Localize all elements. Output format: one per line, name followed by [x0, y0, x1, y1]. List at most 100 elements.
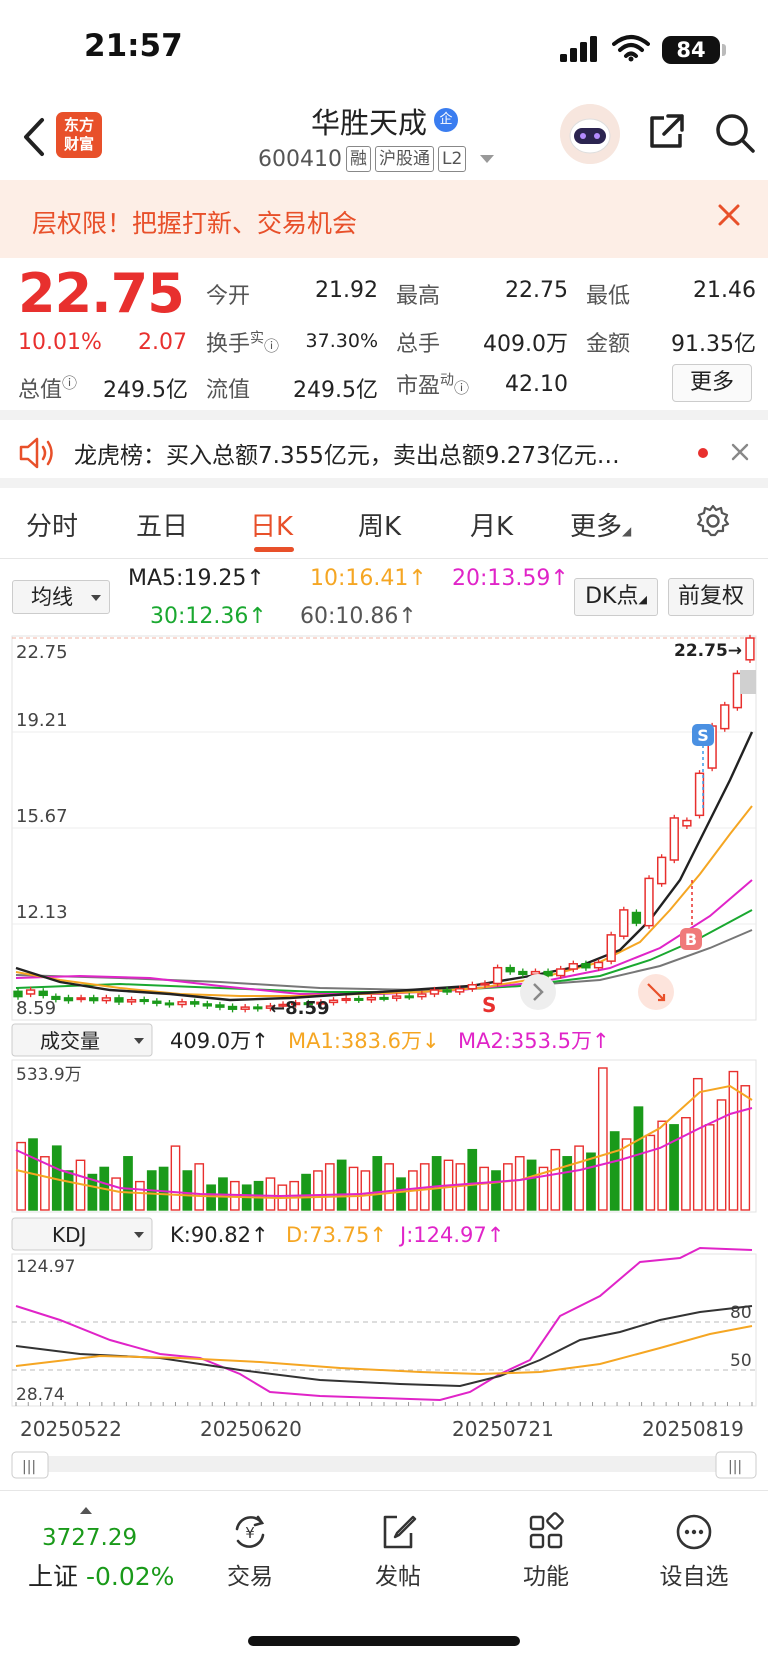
volume-bar — [265, 1177, 276, 1211]
candle-body — [38, 990, 48, 997]
promo-banner[interactable]: 层权限！把握打新、交易机会 — [0, 180, 768, 258]
chart-area[interactable]: 22.75 19.21 15.67 12.13 8.59 22.75→ ←8.5… — [0, 630, 768, 1490]
tab-more[interactable]: 更多◢ — [570, 506, 631, 543]
dropdown-triangle-icon: ◢ — [622, 524, 632, 538]
banner-text: 层权限！把握打新、交易机会 — [32, 209, 358, 238]
pe-label-text: 市盈 — [396, 374, 441, 399]
candle-body — [543, 970, 553, 977]
unread-dot — [698, 448, 708, 458]
volume-bar — [372, 1156, 383, 1211]
range-scrollbar[interactable] — [12, 1456, 756, 1472]
nav-functions[interactable]: 功能 — [491, 1511, 601, 1591]
volume-bar — [609, 1131, 620, 1211]
candle-body — [606, 934, 616, 962]
close-icon[interactable] — [716, 202, 742, 228]
volume-bar — [633, 1106, 644, 1211]
stock-code-row[interactable]: 600410 融 沪股通 L2 — [258, 146, 495, 172]
candle-body — [467, 984, 478, 990]
info-icon[interactable]: ⓘ — [62, 374, 77, 392]
price-tick: 15.67 — [16, 806, 68, 827]
dk-point-button[interactable]: DK点◢ — [574, 578, 658, 616]
amount-value: 91.35亿 — [671, 332, 756, 357]
more-button[interactable]: 更多 — [672, 364, 752, 402]
volume-bar — [574, 1145, 584, 1211]
svg-text:¥: ¥ — [245, 1524, 255, 1542]
candle-body — [442, 989, 452, 993]
info-icon[interactable]: ⓘ — [454, 379, 469, 397]
indicator-selector[interactable]: 均线 — [12, 580, 110, 614]
kdj-ref-label: 50 — [730, 1351, 752, 1371]
dragon-tiger-text[interactable]: 龙虎榜：买入总额7.355亿元，卖出总额9.273亿元… — [74, 436, 620, 470]
candle-body — [253, 1006, 263, 1010]
candle-body — [76, 997, 86, 1001]
high-value: 22.75 — [505, 278, 568, 303]
close-icon[interactable] — [730, 442, 750, 462]
turnover-label: 换手实ⓘ — [206, 326, 279, 358]
volume-bar — [111, 1177, 121, 1211]
tab-weekly-k[interactable]: 周K — [358, 506, 401, 543]
volume-bar — [669, 1124, 679, 1211]
nav-trade[interactable]: ¥ 交易 — [195, 1511, 305, 1591]
kdj-k-value: K:90.82↑ — [170, 1223, 269, 1247]
nav-post-label: 发帖 — [375, 1564, 421, 1590]
volume-ma2: MA2:353.5万↑ — [458, 1029, 610, 1053]
candle-body — [455, 987, 465, 993]
info-icon[interactable]: ⓘ — [264, 337, 279, 355]
tab-daily-k[interactable]: 日K — [250, 506, 293, 543]
volume-bar — [313, 1170, 323, 1211]
forward-adjust-button[interactable]: 前复权 — [668, 578, 754, 616]
assistant-robot-icon[interactable] — [560, 104, 620, 164]
gear-icon[interactable] — [696, 504, 730, 538]
enterprise-badge: 企 — [434, 108, 458, 132]
edit-icon — [383, 1515, 417, 1549]
kdj-selector-label: KDJ — [52, 1223, 86, 1247]
candle-body — [227, 1005, 238, 1010]
candle-body — [152, 1000, 162, 1004]
nav-trade-label: 交易 — [227, 1564, 273, 1590]
amount-label: 金额 — [586, 332, 631, 357]
pan-control[interactable] — [520, 974, 556, 1010]
price-tick: 12.13 — [16, 902, 68, 923]
nav-functions-label: 功能 — [523, 1564, 569, 1590]
candle-body — [530, 970, 541, 976]
candle-body — [202, 1003, 212, 1007]
trade-icon: ¥ — [235, 1515, 265, 1548]
grip-icon: ||| — [22, 1459, 36, 1475]
volume-bar — [135, 1180, 145, 1211]
price-tick: 19.21 — [16, 710, 68, 731]
search-icon[interactable] — [714, 112, 756, 154]
index-quote[interactable]: 上证 -0.02% — [28, 1557, 174, 1593]
nav-post[interactable]: 发帖 — [343, 1511, 453, 1591]
low-price-label: ←8.59 — [270, 998, 330, 1019]
candle-body — [25, 989, 36, 995]
x-axis-label: 20250721 — [452, 1417, 554, 1441]
candle-body — [429, 989, 440, 995]
high-label: 最高 — [396, 284, 441, 309]
pe-label: 市盈动ⓘ — [396, 368, 469, 400]
ma20-line — [15, 879, 753, 995]
tab-intraday[interactable]: 分时 — [26, 506, 78, 543]
nav-add-watchlist[interactable]: 设自选 — [639, 1511, 749, 1591]
expand-up-icon[interactable] — [80, 1507, 92, 1514]
volume-bar — [324, 1163, 335, 1211]
low-value: 21.46 — [693, 278, 756, 303]
ma60-value: 60:10.86↑ — [300, 604, 417, 629]
candle-body — [669, 817, 679, 861]
index-value[interactable]: 3727.29 — [42, 1525, 137, 1551]
tab-monthly-k[interactable]: 月K — [470, 506, 513, 543]
float-value: 249.5亿 — [293, 378, 378, 403]
candle-body — [215, 1004, 225, 1008]
stock-code: 600410 — [258, 146, 342, 172]
candle-body — [328, 999, 339, 1004]
share-icon[interactable] — [646, 112, 686, 152]
candle-body — [391, 995, 402, 999]
volume-bar — [158, 1166, 169, 1211]
tab-five-day[interactable]: 五日 — [136, 506, 188, 543]
x-axis-label: 20250819 — [642, 1417, 744, 1441]
candle-body — [240, 1006, 250, 1010]
candle-body — [593, 961, 604, 969]
volume-bar — [348, 1166, 359, 1211]
ma30-value: 30:12.36↑ — [150, 604, 267, 629]
volume-bar — [63, 1170, 74, 1211]
volume-bar — [503, 1163, 513, 1211]
